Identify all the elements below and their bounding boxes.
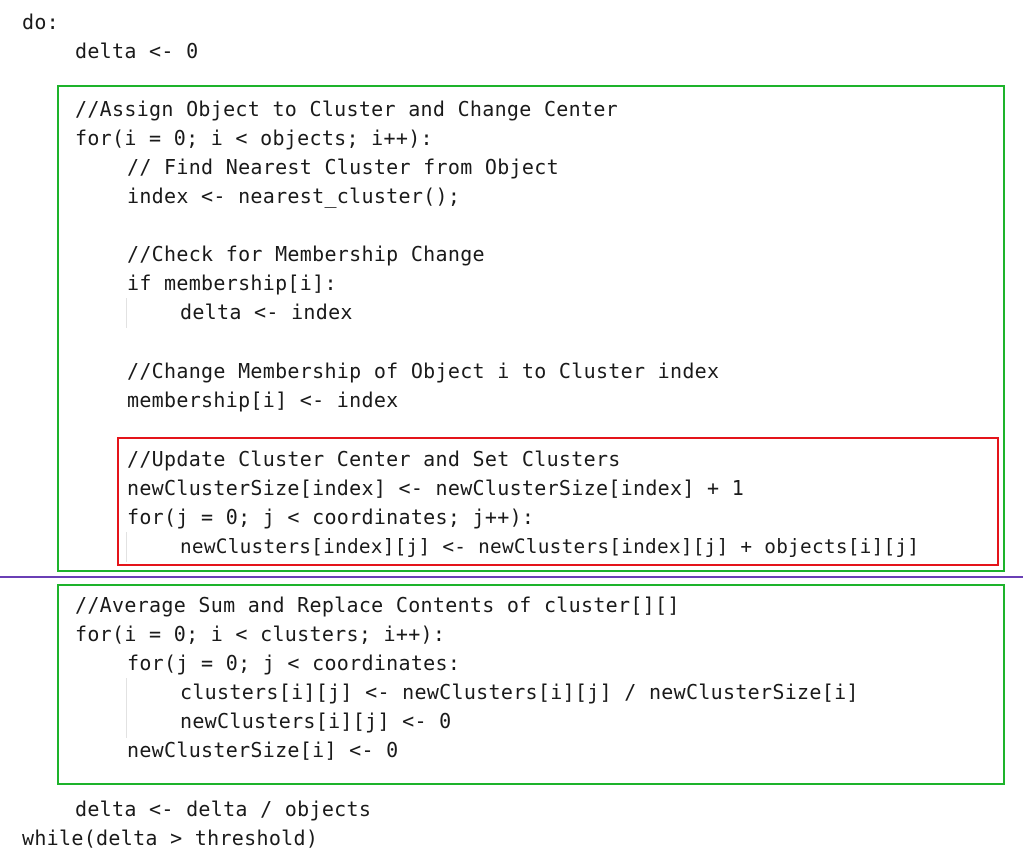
code-line-membership-assign: membership[i] <- index: [127, 388, 399, 412]
code-line-new-cluster-size: newClusterSize[index] <- newClusterSize[…: [127, 476, 745, 500]
code-line-new-clusters-sum: newClusters[index][j] <- newClusters[ind…: [180, 535, 920, 558]
code-line-for-coordinates-inner: for(j = 0; j < coordinates:: [127, 651, 461, 675]
code-comment-change-membership: //Change Membership of Object i to Clust…: [127, 359, 720, 383]
code-comment-membership-check: //Check for Membership Change: [127, 242, 485, 266]
code-line-if-membership: if membership[i]:: [127, 271, 337, 295]
code-comment-update-center: //Update Cluster Center and Set Clusters: [127, 447, 621, 471]
code-line-while: while(delta > threshold): [22, 826, 319, 850]
indent-guide: [126, 532, 127, 562]
code-line-new-clusters-reset: newClusters[i][j] <- 0: [180, 709, 452, 733]
code-line-clusters-average: clusters[i][j] <- newClusters[i][j] / ne…: [180, 680, 859, 704]
code-line-do: do:: [22, 10, 60, 34]
code-line-for-coordinates: for(j = 0; j < coordinates; j++):: [127, 505, 535, 529]
code-line-for-clusters: for(i = 0; i < clusters; i++):: [75, 622, 446, 646]
code-line-delta-divide: delta <- delta / objects: [75, 797, 372, 821]
indent-guide: [126, 678, 127, 738]
code-comment-find-nearest: // Find Nearest Cluster from Object: [127, 155, 559, 179]
code-line-index-assign: index <- nearest_cluster();: [127, 184, 461, 208]
code-line-delta-init: delta <- 0: [75, 39, 199, 63]
code-comment-assign: //Assign Object to Cluster and Change Ce…: [75, 97, 619, 121]
code-line-new-cluster-size-reset: newClusterSize[i] <- 0: [127, 738, 399, 762]
indent-guide: [126, 298, 127, 328]
code-line-for-objects: for(i = 0; i < objects; i++):: [75, 126, 433, 150]
code-comment-average-sum: //Average Sum and Replace Contents of cl…: [75, 593, 680, 617]
section-divider: [0, 576, 1023, 578]
code-line-delta-index: delta <- index: [180, 300, 353, 324]
